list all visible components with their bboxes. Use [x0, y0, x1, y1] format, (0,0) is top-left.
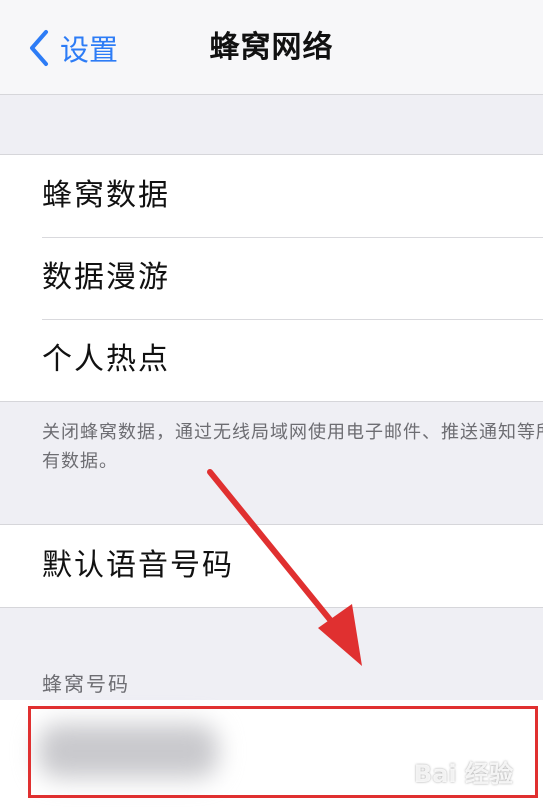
page-title: 蜂窝网络 — [209, 30, 334, 65]
watermark: Bai 经验 — [413, 760, 513, 788]
cellular-data-row[interactable]: 蜂窝数据 — [0, 155, 543, 237]
personal-hotspot-row[interactable]: 个人热点 — [0, 319, 543, 401]
cellular-numbers-header: 蜂窝号码 — [42, 672, 130, 696]
navigation-bar: 设置 蜂窝网络 — [0, 0, 543, 95]
voice-number-group: 默认语音号码 — [0, 524, 543, 608]
cellular-data-footer-note: 关闭蜂窝数据，通过无线局域网使用电子邮件、推送通知等所有数据。 — [42, 422, 543, 472]
cellular-settings-group: 蜂窝数据 数据漫游 个人热点 — [0, 154, 543, 402]
default-voice-number-row[interactable]: 默认语音号码 — [0, 525, 543, 607]
data-roaming-row[interactable]: 数据漫游 — [0, 237, 543, 319]
